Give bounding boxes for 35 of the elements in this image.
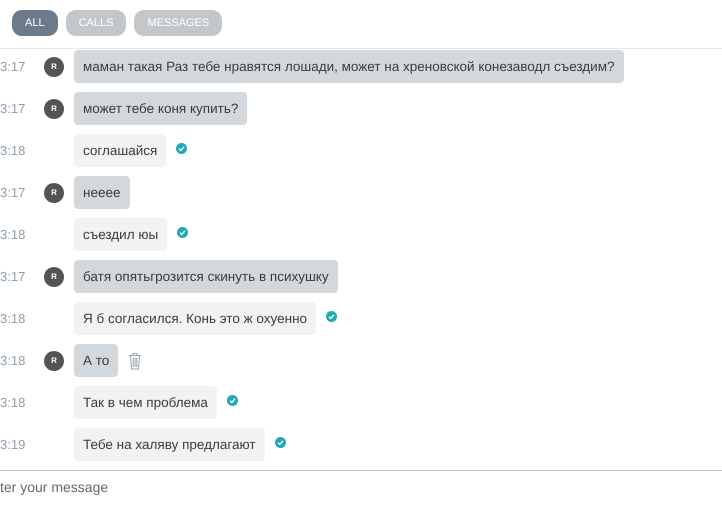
avatar: R (44, 350, 64, 370)
message-time: 3:18 (0, 353, 26, 368)
filter-tab[interactable]: ALL (12, 10, 58, 36)
message-time: 3:19 (0, 437, 26, 452)
message-time: 3:17 (0, 59, 26, 74)
message-time: 3:18 (0, 311, 26, 326)
message-time: 3:18 (0, 143, 26, 158)
check-icon (176, 143, 188, 154)
message-input[interactable]: ter your message (0, 471, 700, 495)
avatar: R (44, 56, 64, 76)
message-time: 3:18 (0, 227, 26, 242)
message-bubble: А то (74, 344, 118, 377)
trash-icon[interactable] (128, 352, 142, 370)
message-time: 3:17 (0, 101, 26, 116)
check-icon (226, 395, 238, 406)
message-bubble: батя опятьгрозится скинуть в психушку (74, 260, 338, 293)
avatar: R (44, 266, 64, 286)
message-bubble: может тебе коня купить? (74, 92, 248, 125)
message-bubble: нееее (74, 176, 130, 209)
check-icon (274, 437, 286, 448)
check-icon (177, 227, 188, 238)
message-time: 3:18 (0, 395, 26, 410)
filter-tab[interactable]: CALLS (66, 10, 126, 36)
message-time: 3:17 (0, 185, 26, 200)
message-bubble: маман такая Раз тебе нравятся лошади, может на хреновской конезаводл съездим? (74, 50, 624, 83)
message-bubble: Я б согласился. Конь это ж охуенно (74, 302, 316, 335)
message-bubble: съездил юы (74, 218, 168, 251)
filter-tab[interactable]: MESSAGES (134, 10, 222, 36)
check-icon (326, 311, 338, 322)
message-bubble: Тебе на халяву предлагают (74, 428, 265, 461)
avatar: R (44, 182, 64, 202)
avatar: R (44, 98, 64, 118)
message-time: 3:17 (0, 269, 26, 284)
message-bubble: соглашайся (74, 134, 166, 167)
message-bubble: Так в чем проблема (74, 386, 217, 419)
